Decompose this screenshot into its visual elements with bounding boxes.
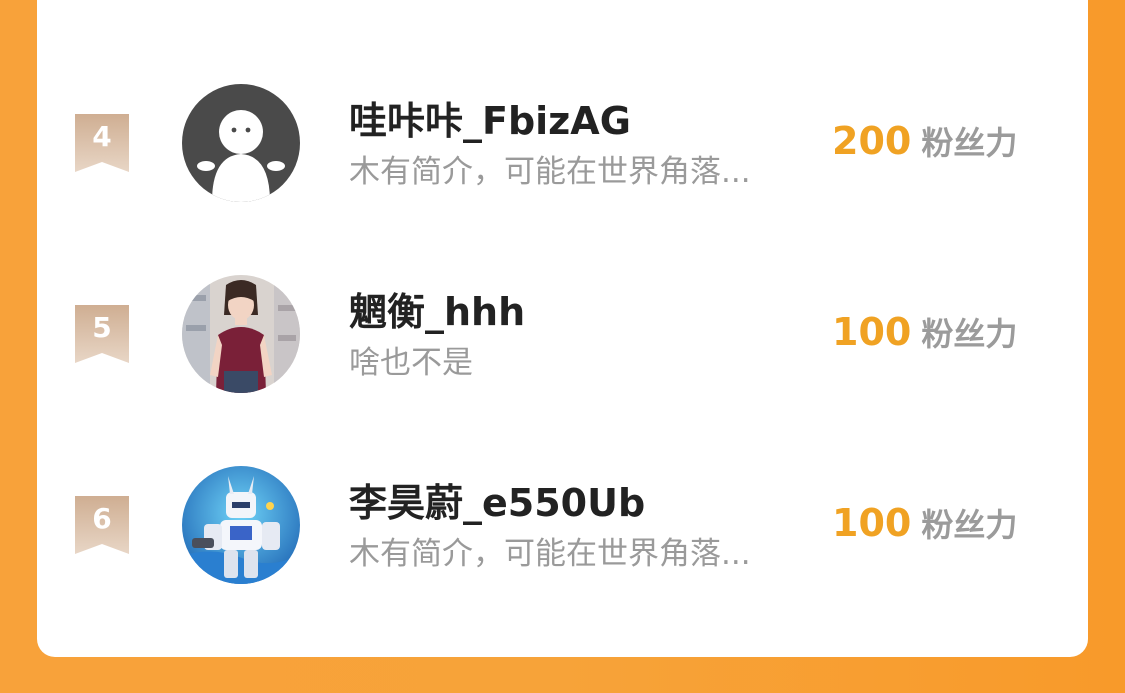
default-avatar-icon[interactable] <box>182 84 300 202</box>
ranking-card: 4 哇咔咔_FbizAG 木有简介，可能在世界角落... 200 粉丝力 5 魍… <box>37 0 1088 657</box>
fan-power-score: 200 粉丝力 <box>832 118 1017 164</box>
robot-mecha-avatar[interactable] <box>182 466 300 584</box>
user-bio: 啥也不是 <box>349 345 473 381</box>
ranking-row[interactable]: 5 魍衡_hhh 啥也不是 100 粉丝力 <box>37 275 1088 395</box>
score-unit: 粉丝力 <box>921 315 1018 353</box>
rank-number: 4 <box>92 120 112 153</box>
rank-number: 6 <box>92 502 112 535</box>
rank-ribbon-icon: 5 <box>75 305 129 363</box>
ranking-row[interactable]: 6 李昊蔚_e550Ub 木有简介，可能在世界角落... 100 粉丝力 <box>37 466 1088 586</box>
score-value: 100 <box>832 501 912 545</box>
user-name[interactable]: 李昊蔚_e550Ub <box>349 472 645 527</box>
user-name[interactable]: 哇咔咔_FbizAG <box>349 90 631 145</box>
fan-power-score: 100 粉丝力 <box>832 500 1017 546</box>
score-unit: 粉丝力 <box>921 124 1018 162</box>
score-value: 200 <box>832 119 912 163</box>
anime-girl-avatar[interactable] <box>182 275 300 393</box>
rank-ribbon-icon: 4 <box>75 114 129 172</box>
rank-number: 5 <box>92 311 112 344</box>
score-value: 100 <box>832 310 912 354</box>
score-unit: 粉丝力 <box>921 506 1018 544</box>
fan-power-score: 100 粉丝力 <box>832 309 1017 355</box>
rank-ribbon-icon: 6 <box>75 496 129 554</box>
user-name[interactable]: 魍衡_hhh <box>349 281 525 336</box>
user-bio: 木有简介，可能在世界角落... <box>349 154 751 190</box>
ranking-row[interactable]: 4 哇咔咔_FbizAG 木有简介，可能在世界角落... 200 粉丝力 <box>37 84 1088 204</box>
user-bio: 木有简介，可能在世界角落... <box>349 536 751 572</box>
